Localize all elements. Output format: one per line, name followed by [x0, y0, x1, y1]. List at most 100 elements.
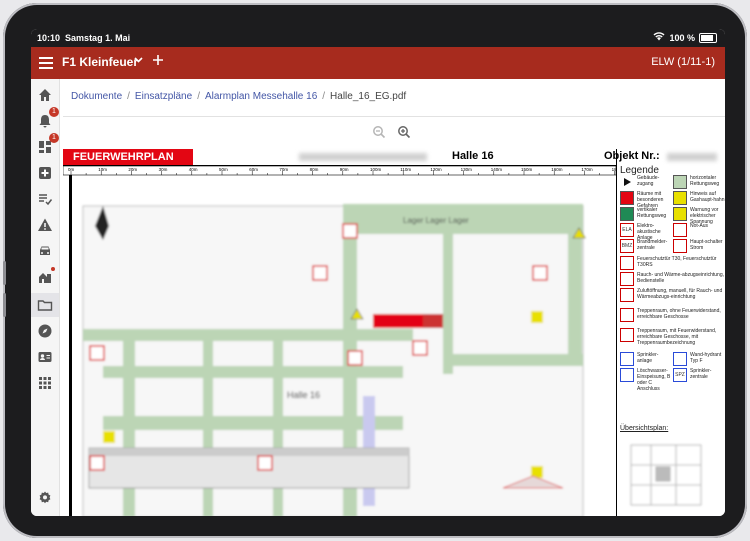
chevron-down-icon[interactable] [134, 55, 143, 67]
contacts-icon[interactable] [37, 349, 53, 365]
building-icon[interactable] [37, 267, 55, 285]
dashboard-icon[interactable]: 1 [37, 133, 59, 155]
legend-symbol-icon [620, 272, 634, 286]
warning-icon[interactable] [37, 217, 53, 233]
incident-title[interactable]: F1 Kleinfeuer [62, 55, 138, 69]
legend-item-label: Feuerschutztür T30, Feuerschutztür T30RS [637, 256, 717, 268]
legend-item: horizontaler Rettungsweg [673, 175, 725, 189]
status-bar: 10:10 Samstag 1. Mai 100 % [31, 29, 725, 47]
legend-symbol-icon [620, 256, 634, 270]
alarm-bell-icon[interactable]: 1 [37, 107, 59, 129]
zoom-out-icon[interactable] [372, 125, 386, 139]
plan-header-label: FEUERWEHRPLAN [63, 149, 193, 165]
legend-item: Treppenraum, mit Feuerwiderstand, erreic… [620, 328, 724, 346]
legend-symbol-icon [620, 368, 634, 382]
legend-item-label: horizontaler Rettungsweg [690, 175, 720, 187]
legend-item: Zuluftöffnung, manuell, für Rauch- und W… [620, 288, 724, 302]
apps-grid-icon[interactable] [37, 375, 53, 391]
vehicle-icon[interactable] [37, 243, 53, 259]
ruler-tick-label: 80m [310, 167, 319, 172]
menu-icon[interactable] [39, 54, 53, 72]
floor-plan-blurred-content: Lager Lager Lager [82, 204, 586, 516]
legend-item: SPZ Sprinkler-zentrale [673, 368, 725, 382]
app-bar: F1 Kleinfeuer ELW (1/11-1) [31, 47, 725, 79]
legend-symbol-icon [673, 352, 687, 366]
battery-level: 100 % [669, 33, 695, 43]
overview-plan-thumbnail [630, 444, 702, 506]
medical-icon[interactable] [37, 165, 53, 181]
legend-item: Haupt-schalter Strom [673, 239, 725, 253]
legend-symbol-icon [673, 175, 687, 189]
wifi-icon [653, 29, 665, 47]
breadcrumb-documents[interactable]: Dokumente [71, 91, 122, 102]
home-icon[interactable] [37, 87, 53, 103]
legend-symbol-icon: ELA [620, 223, 634, 237]
legend-item-label: Wand-hydrant Typ F [690, 352, 722, 364]
ruler-tick-label: 150m [521, 167, 533, 172]
ruler-tick-label: 180m [612, 167, 616, 172]
battery-icon [699, 33, 717, 43]
ruler-tick-label: 10m [98, 167, 107, 172]
ruler-tick-label: 170m [581, 167, 593, 172]
volume-button [3, 261, 6, 285]
legend-symbol-icon [673, 207, 687, 221]
breadcrumb: Dokumente / Einsatzpläne / Alarmplan Messeha… [71, 91, 407, 102]
overview-plan-title: Übersichtsplan: [620, 425, 669, 432]
legend-symbol-icon [673, 239, 687, 253]
settings-gear-icon[interactable] [37, 490, 53, 506]
add-icon[interactable] [152, 51, 164, 71]
legend-symbol-text: BMZ [621, 243, 633, 249]
breadcrumb-alarm-plan[interactable]: Alarmplan Messehalle 16 [205, 91, 317, 102]
legend-item-label: Hinweis auf Gashaupt-hahn [690, 191, 725, 203]
legend-item-label: Löschwasser-Einspeisung, B oder C Anschl… [637, 368, 671, 392]
compass-icon[interactable] [37, 323, 53, 339]
ruler-tick-label: 90m [340, 167, 349, 172]
legend-item: Rauch- und Wärme-abzugseinrichtung, Bedi… [620, 272, 724, 286]
legend-symbol-icon [620, 328, 634, 342]
ruler-tick-label: 120m [430, 167, 442, 172]
plan-header-blurred-text [299, 153, 427, 161]
ruler-tick-label: 20m [128, 167, 137, 172]
pdf-viewer[interactable]: FEUERWEHRPLAN Halle 16 Objekt Nr.: 0m 10m… [63, 149, 725, 516]
legend-symbol-icon [673, 223, 687, 237]
ruler-tick-label: 130m [461, 167, 473, 172]
svg-text:Lager Lager Lager: Lager Lager Lager [403, 216, 469, 225]
legend-item-label: Not-Aus [690, 223, 709, 229]
plan-object-number-blurred [667, 153, 717, 161]
plan-legend-divider [616, 149, 617, 516]
zoom-in-icon[interactable] [397, 125, 411, 139]
legend-symbol-icon [620, 352, 634, 366]
breadcrumb-divider [63, 116, 725, 117]
breadcrumb-plans[interactable]: Einsatzpläne [135, 91, 192, 102]
ruler-tick-label: 140m [491, 167, 503, 172]
legend-item: Sprinkler-anlage [620, 352, 672, 366]
legend-item: vertikaler Rettungsweg [620, 207, 672, 221]
legend-symbol-icon [673, 191, 687, 205]
vertical-scale-bar [69, 175, 72, 516]
legend-symbol-icon [620, 175, 634, 189]
legend-item-label: Zuluftöffnung, manuell, für Rauch- und W… [637, 288, 723, 300]
ruler-tick-label: 110m [400, 167, 411, 172]
legend-item-label: Haupt-schalter Strom [690, 239, 723, 251]
tasks-badge: 1 [49, 133, 59, 143]
ruler-tick-label: 30m [159, 167, 168, 172]
legend-item-label: Sprinkler-zentrale [690, 368, 712, 380]
status-time: 10:10 [37, 33, 61, 43]
sidebar: 1 1 [31, 79, 60, 516]
building-alert-dot [51, 267, 55, 271]
legend-symbol-text: ELA [622, 227, 632, 233]
ruler-tick-label: 100m [370, 167, 382, 172]
checklist-icon[interactable] [37, 191, 53, 207]
ruler-tick-label: 160m [551, 167, 563, 172]
legend-item-label: Rauch- und Wärme-abzugseinrichtung, Bedi… [637, 272, 724, 284]
legend-item: Gebäude-zugang [620, 175, 672, 189]
vehicle-label[interactable]: ELW (1/11-1) [651, 56, 715, 68]
ruler-tick-label: 0m [68, 167, 75, 172]
breadcrumb-current-file: Halle_16_EG.pdf [330, 91, 407, 102]
folder-icon[interactable] [37, 297, 53, 313]
volume-button [3, 293, 6, 317]
notification-badge: 1 [49, 107, 59, 117]
legend-item: BMZ Brandmelder-zentrale [620, 239, 672, 253]
legend-symbol-icon [620, 207, 634, 221]
ruler-tick-label: 70m [279, 167, 288, 172]
